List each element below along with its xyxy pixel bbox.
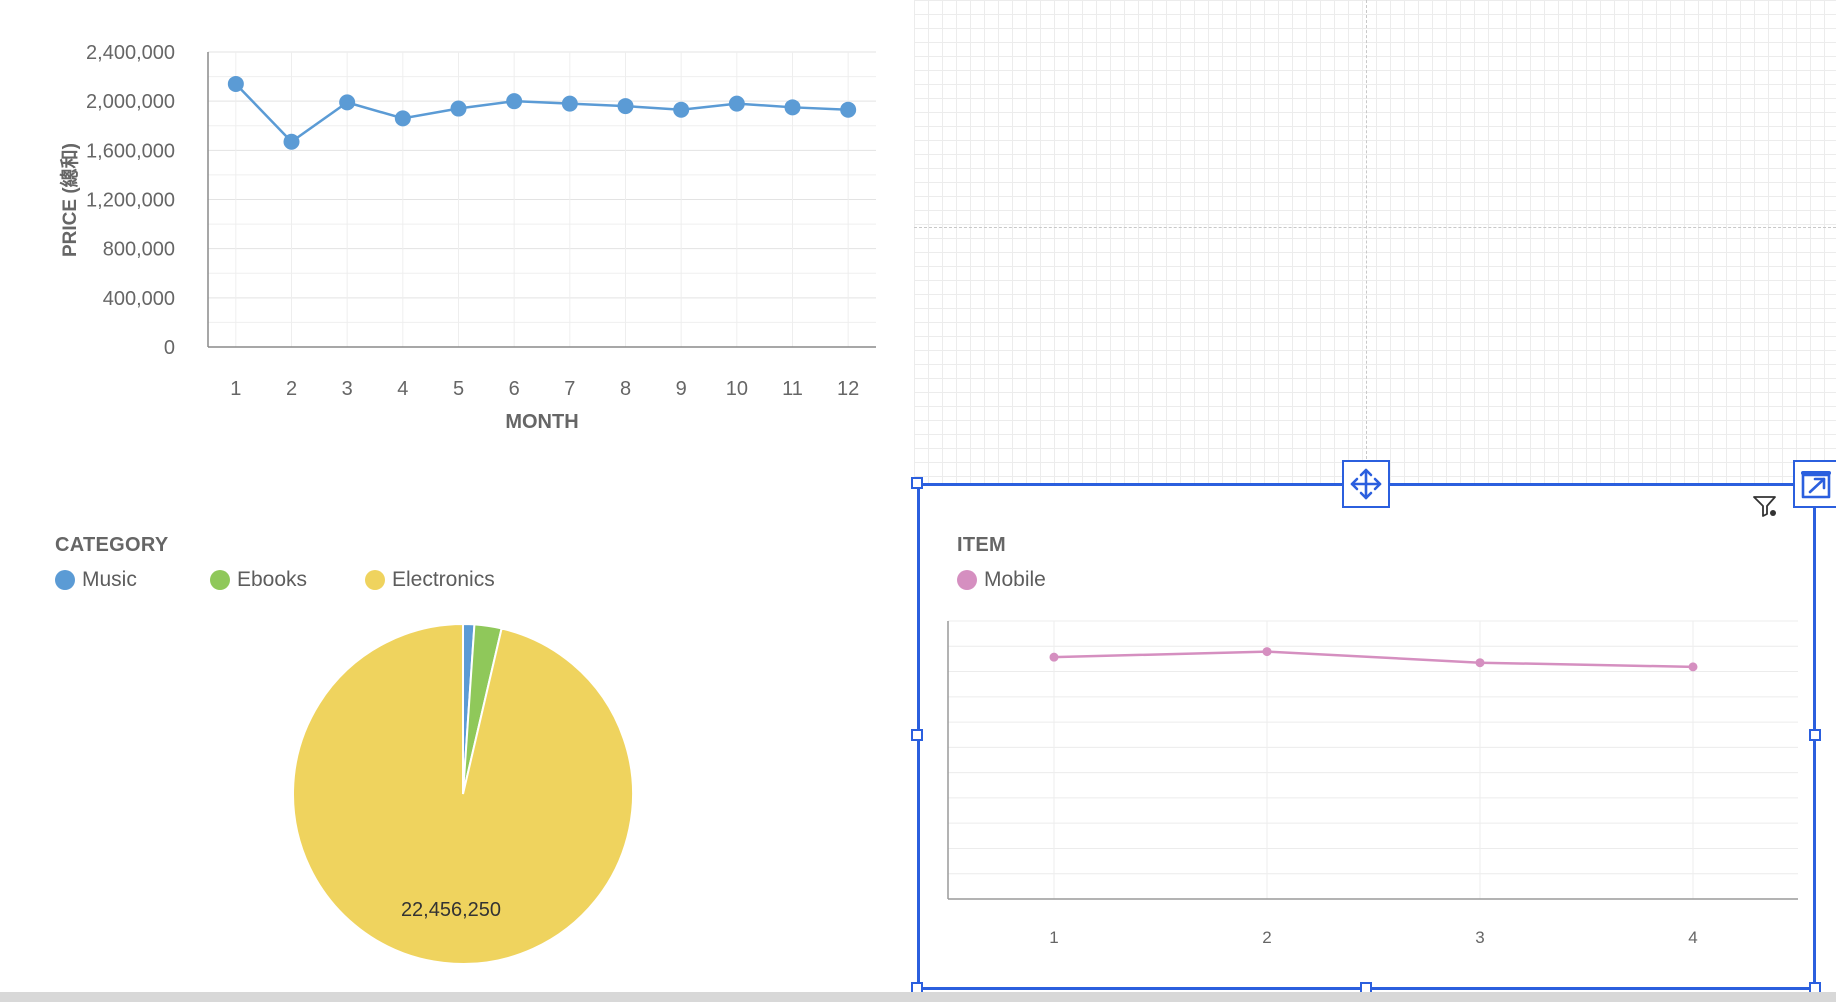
x-tick-label: 10 <box>726 378 748 400</box>
data-point[interactable] <box>283 133 300 150</box>
x-tick-label: 6 <box>509 378 520 400</box>
data-point[interactable] <box>394 110 411 127</box>
x-tick-label: 7 <box>564 378 575 400</box>
legend-item-music[interactable]: Music <box>55 568 137 592</box>
data-point[interactable] <box>840 101 857 118</box>
data-point[interactable] <box>728 95 745 112</box>
horizontal-guide <box>914 227 1836 228</box>
electronics-swatch <box>365 570 385 590</box>
x-tick-label: 2 <box>286 378 297 400</box>
y-tick-label: 2,400,000 <box>86 42 175 64</box>
legend-label: Ebooks <box>237 568 308 591</box>
ebooks-swatch <box>210 570 230 590</box>
data-point[interactable] <box>339 94 356 111</box>
data-point[interactable] <box>450 100 467 117</box>
data-point[interactable] <box>506 93 523 110</box>
pie-data-label: 22,456,250 <box>401 899 501 921</box>
series-line <box>234 83 849 144</box>
resize-handle-top-left[interactable] <box>911 477 923 489</box>
category-pie-chart[interactable]: 22,456,250 <box>0 600 900 992</box>
legend-item-ebooks[interactable]: Ebooks <box>210 568 307 592</box>
y-tick-label: 1,200,000 <box>86 190 175 212</box>
legend-label: Electronics <box>392 568 495 591</box>
x-tick-label: 4 <box>397 378 408 400</box>
y-tick-label: 400,000 <box>103 288 175 310</box>
x-tick-label: 5 <box>453 378 464 400</box>
legend-item-electronics[interactable]: Electronics <box>365 568 495 592</box>
filter-icon[interactable] <box>1751 492 1779 520</box>
data-point[interactable] <box>617 98 634 115</box>
data-point[interactable] <box>784 99 801 116</box>
data-point[interactable] <box>227 75 244 92</box>
y-tick-label: 1,600,000 <box>86 140 175 162</box>
y-tick-label: 2,000,000 <box>86 91 175 113</box>
y-axis-label: PRICE (總和) <box>58 143 81 257</box>
legend-label: Music <box>82 568 137 591</box>
price-by-month-chart[interactable]: 0 400,000 800,000 1,200,000 1,600,000 2,000,0… <box>0 0 900 450</box>
x-tick-label: 3 <box>342 378 353 400</box>
x-tick-label: 8 <box>620 378 631 400</box>
line-chart-grid <box>208 51 876 348</box>
resize-handle-middle-right[interactable] <box>1809 729 1821 741</box>
canvas-grid <box>914 0 1836 484</box>
y-tick-label: 0 <box>164 337 175 359</box>
move-arrows-icon <box>1350 468 1382 500</box>
bottom-scrollbar-strip <box>0 992 1836 1002</box>
y-tick-label: 800,000 <box>103 239 175 261</box>
x-tick-label: 9 <box>676 378 687 400</box>
music-swatch <box>55 570 75 590</box>
category-legend-title: CATEGORY <box>55 534 169 556</box>
vertical-guide <box>1366 0 1367 484</box>
resize-handle-middle-left[interactable] <box>911 729 923 741</box>
x-tick-label: 11 <box>782 378 803 400</box>
x-tick-label: 1 <box>230 378 241 400</box>
expand-widget-button[interactable] <box>1793 460 1836 508</box>
x-axis-label: MONTH <box>505 411 578 433</box>
expand-arrow-icon <box>1801 471 1831 499</box>
y-tick-labels: 0 400,000 800,000 1,200,000 1,600,000 2,000,0… <box>86 42 175 359</box>
move-widget-button[interactable] <box>1342 460 1390 508</box>
x-tick-labels: 1 2 3 4 5 6 7 8 9 10 11 12 <box>230 378 859 400</box>
data-point[interactable] <box>673 101 690 118</box>
price-series[interactable] <box>227 75 857 150</box>
x-tick-label: 12 <box>837 378 859 400</box>
data-point[interactable] <box>561 95 578 112</box>
widget-selection-frame[interactable] <box>917 483 1816 990</box>
